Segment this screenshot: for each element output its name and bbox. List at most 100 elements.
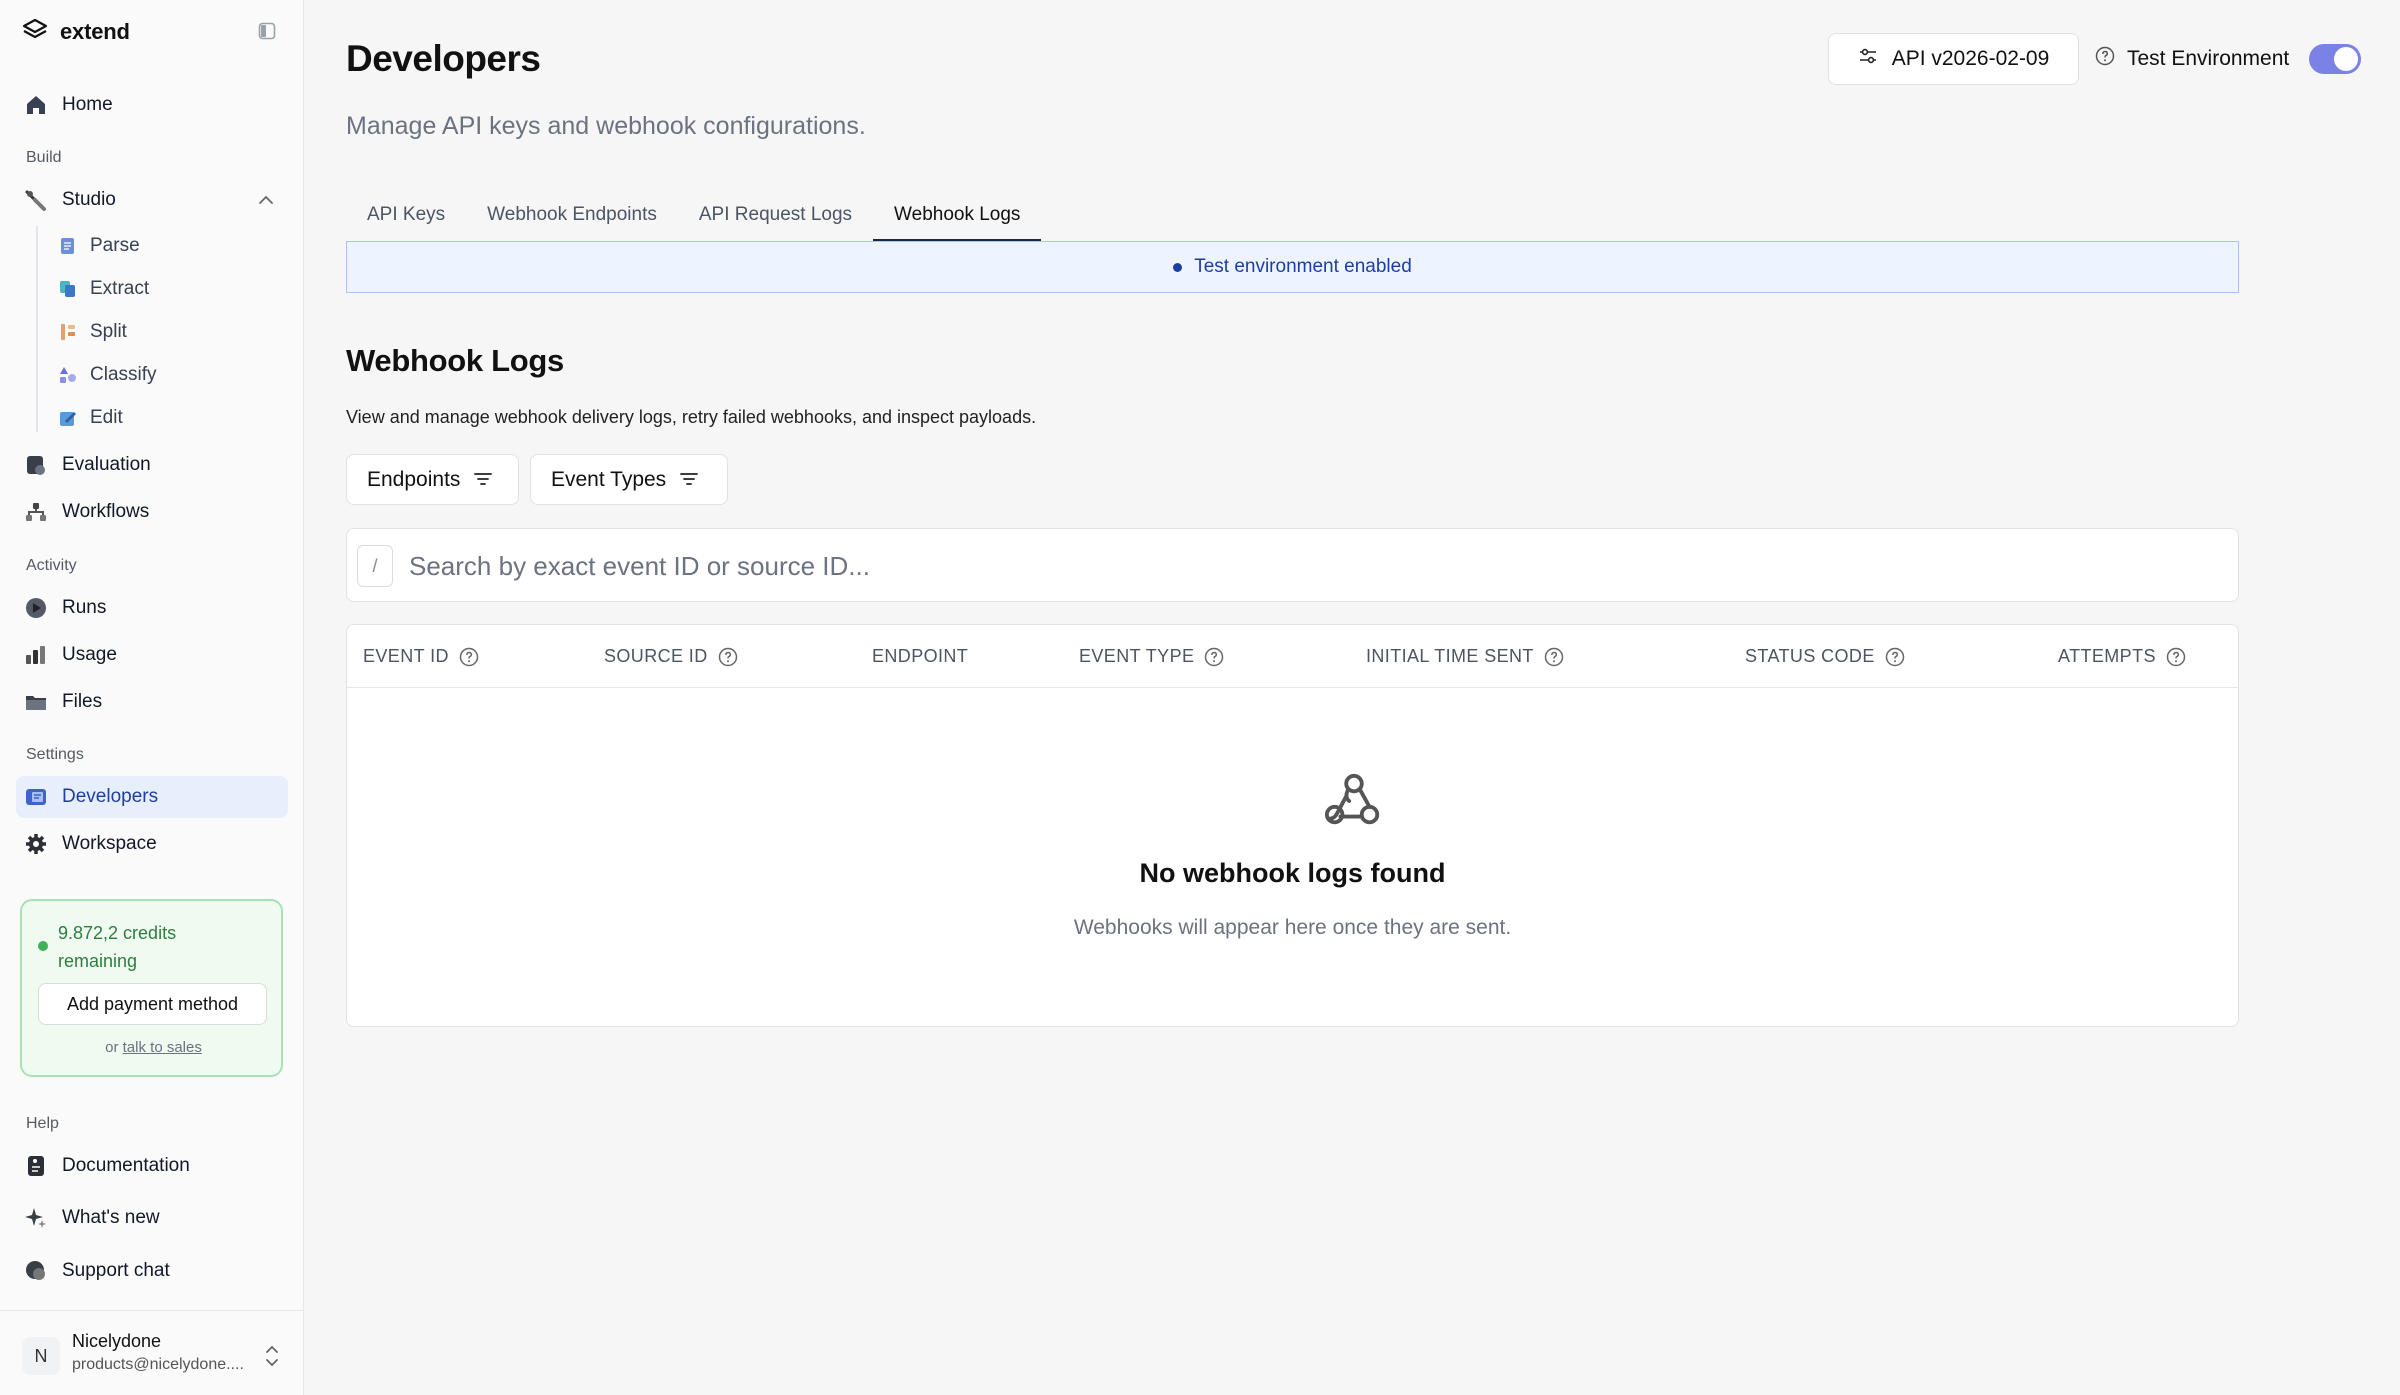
- column-label: ATTEMPTS: [2058, 646, 2156, 666]
- evaluation-icon: [24, 453, 48, 477]
- column-label: INITIAL TIME SENT: [1366, 646, 1534, 666]
- webhook-logs-table: EVENT ID SOURCE ID ENDPOINT EVENT TYPE I…: [346, 624, 2239, 1027]
- column-endpoint: ENDPOINT: [872, 625, 968, 688]
- brand[interactable]: extend: [22, 18, 130, 45]
- sidebar-subitem-label: Classify: [90, 364, 157, 385]
- help-circle-icon[interactable]: [1204, 647, 1224, 667]
- talk-to-sales-line: or talk to sales: [22, 1039, 285, 1056]
- sidebar-item-label: Workflows: [62, 501, 150, 522]
- sidebar-item-files[interactable]: Files: [16, 681, 288, 723]
- help-circle-icon[interactable]: [459, 647, 479, 667]
- developers-icon: [24, 785, 48, 809]
- sidebar-subitem-label: Split: [90, 321, 127, 342]
- avatar: N: [22, 1337, 60, 1375]
- studio-subnav-line: [36, 226, 38, 432]
- banner-text: Test environment enabled: [1194, 256, 1412, 277]
- credits-card: 9.872,2 credits remaining Add payment me…: [20, 899, 283, 1077]
- filter-label: Endpoints: [367, 467, 461, 491]
- tab-api-request-logs[interactable]: API Request Logs: [678, 188, 873, 242]
- sidebar-item-label: What's new: [62, 1207, 160, 1228]
- sidebar-item-developers[interactable]: Developers: [16, 776, 288, 818]
- page-subtitle: Manage API keys and webhook configuratio…: [346, 112, 866, 140]
- event-types-filter-button[interactable]: Event Types: [530, 454, 728, 505]
- chevron-up-icon[interactable]: [256, 190, 276, 210]
- parse-icon: [58, 236, 78, 256]
- folder-icon: [24, 690, 48, 714]
- help-circle-icon[interactable]: [1544, 647, 1564, 667]
- studio-icon: [24, 188, 48, 212]
- sidebar-item-whats-new[interactable]: What's new: [16, 1197, 288, 1239]
- sidebar-item-usage[interactable]: Usage: [16, 634, 288, 676]
- help-circle-icon[interactable]: [2166, 647, 2186, 667]
- sidebar-subitem-label: Parse: [90, 235, 140, 256]
- column-event-id: EVENT ID: [363, 625, 479, 688]
- section-label-help: Help: [26, 1115, 59, 1132]
- sidebar-item-label: Developers: [62, 786, 159, 807]
- user-menu[interactable]: N Nicelydone products@nicelydone....: [0, 1310, 304, 1395]
- home-icon: [24, 93, 48, 117]
- endpoints-filter-button[interactable]: Endpoints: [346, 454, 519, 505]
- documentation-icon: [24, 1154, 48, 1178]
- tab-webhook-logs[interactable]: Webhook Logs: [873, 188, 1042, 242]
- support-chat-icon: [24, 1259, 48, 1283]
- search-input[interactable]: [409, 543, 2209, 589]
- sidebar-subitem-edit[interactable]: Edit: [58, 400, 123, 436]
- api-version-button[interactable]: API v2026-02-09: [1828, 33, 2079, 85]
- webhook-icon: [1324, 773, 1380, 825]
- collapse-sidebar-icon[interactable]: [256, 20, 278, 42]
- sliders-icon: [1858, 46, 1878, 72]
- credits-status-dot: [38, 941, 48, 951]
- sidebar-item-label: Runs: [62, 597, 107, 618]
- banner-dot: [1173, 262, 1183, 272]
- test-environment-toggle[interactable]: [2309, 44, 2362, 74]
- help-circle-icon[interactable]: [1885, 647, 1905, 667]
- sidebar-item-label: Evaluation: [62, 454, 151, 475]
- or-text: or: [105, 1039, 119, 1056]
- api-version-label: API v2026-02-09: [1891, 47, 2050, 70]
- split-icon: [58, 322, 78, 342]
- sidebar-item-workspace[interactable]: Workspace: [16, 823, 288, 865]
- add-payment-method-button[interactable]: Add payment method: [38, 983, 267, 1025]
- sidebar-subitem-parse[interactable]: Parse: [58, 228, 140, 264]
- sidebar-subitem-split[interactable]: Split: [58, 314, 127, 350]
- column-label: ENDPOINT: [872, 646, 969, 666]
- sidebar-subitem-classify[interactable]: Classify: [58, 357, 157, 393]
- column-label: STATUS CODE: [1745, 646, 1875, 666]
- runs-icon: [24, 596, 48, 620]
- brand-name: extend: [60, 18, 130, 44]
- sidebar-item-documentation[interactable]: Documentation: [16, 1145, 288, 1187]
- column-source-id: SOURCE ID: [604, 625, 738, 688]
- help-circle-icon[interactable]: [718, 647, 738, 667]
- section-label-build: Build: [26, 149, 62, 166]
- talk-to-sales-link[interactable]: talk to sales: [123, 1039, 202, 1056]
- sidebar: extend Home Build Studio Parse Extract S…: [0, 0, 304, 1395]
- developer-tabs: API Keys Webhook Endpoints API Request L…: [346, 188, 1042, 242]
- sidebar-item-studio[interactable]: Studio: [16, 179, 288, 221]
- sidebar-item-support-chat[interactable]: Support chat: [16, 1250, 288, 1292]
- sidebar-item-evaluation[interactable]: Evaluation: [16, 444, 288, 486]
- tab-webhook-endpoints[interactable]: Webhook Endpoints: [466, 188, 678, 242]
- column-event-type: EVENT TYPE: [1079, 625, 1224, 688]
- sidebar-item-label: Support chat: [62, 1260, 170, 1281]
- column-label: EVENT TYPE: [1079, 646, 1195, 666]
- extract-icon: [58, 279, 78, 299]
- section-title: Webhook Logs: [346, 343, 564, 378]
- section-label-activity: Activity: [26, 557, 77, 574]
- sidebar-item-home[interactable]: Home: [16, 84, 288, 126]
- empty-state-title: No webhook logs found: [1139, 858, 1446, 888]
- sidebar-subitem-extract[interactable]: Extract: [58, 271, 149, 307]
- help-circle-icon[interactable]: [2095, 46, 2115, 72]
- column-label: SOURCE ID: [604, 646, 708, 666]
- sidebar-item-label: Files: [62, 691, 103, 712]
- search-bar: /: [346, 528, 2239, 602]
- page-title: Developers: [346, 38, 541, 79]
- test-environment-label: Test Environment: [2127, 47, 2290, 70]
- empty-state-description: Webhooks will appear here once they are …: [1073, 916, 1512, 939]
- tab-api-keys[interactable]: API Keys: [346, 188, 466, 242]
- sidebar-item-runs[interactable]: Runs: [16, 587, 288, 629]
- sidebar-item-workflows[interactable]: Workflows: [16, 491, 288, 533]
- credits-remaining: 9.872,2 credits remaining: [58, 923, 177, 971]
- chevron-updown-icon[interactable]: [262, 1343, 282, 1369]
- main-content: Developers Manage API keys and webhook c…: [305, 0, 2400, 1395]
- sidebar-subitem-label: Edit: [90, 407, 123, 428]
